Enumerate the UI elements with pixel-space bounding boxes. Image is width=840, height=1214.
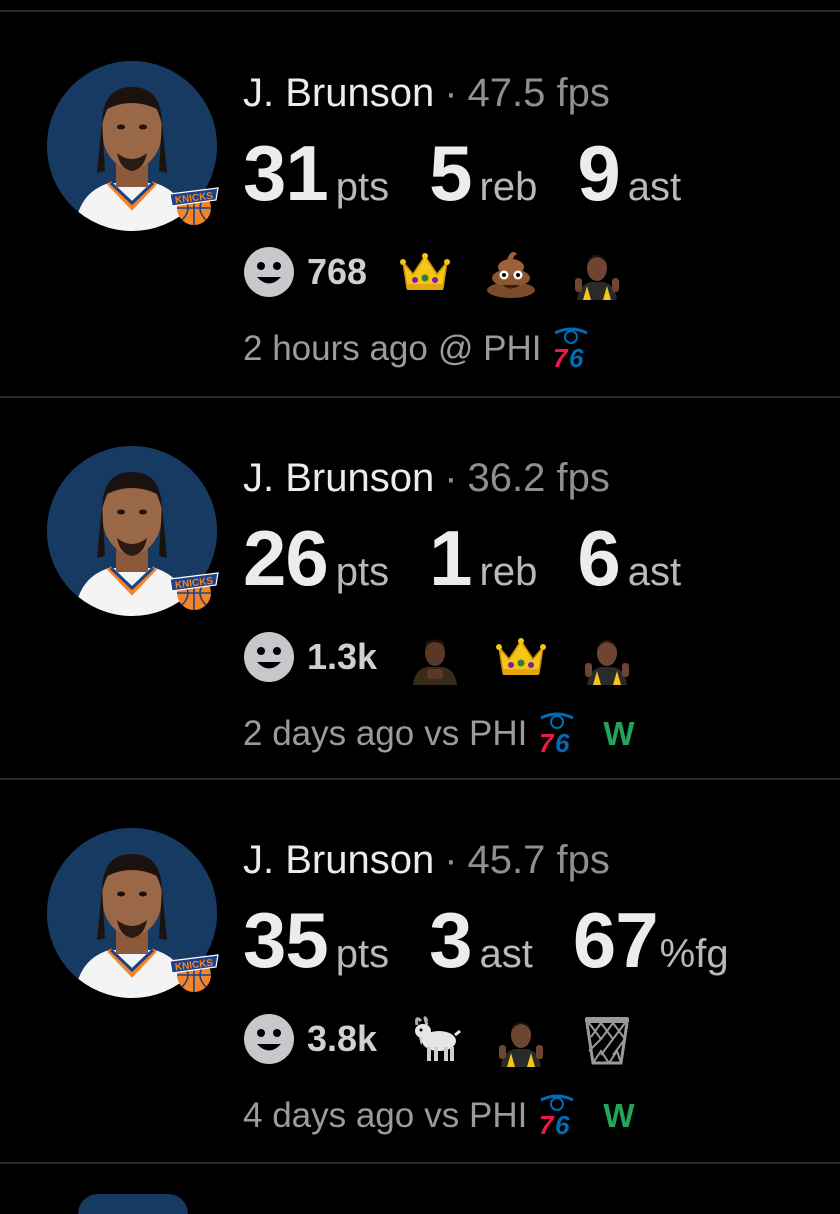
stat-unit: pts: [335, 165, 390, 209]
matchup: vs PHI: [424, 1096, 528, 1135]
player-photo-emoji-icon[interactable]: [579, 629, 635, 685]
matchup: vs PHI: [424, 714, 528, 753]
stat-unit: pts: [335, 550, 390, 594]
stat-value: 3: [429, 896, 472, 984]
game-result: W: [603, 1097, 635, 1134]
knicks-logo-icon: KNICKS: [166, 559, 222, 615]
reaction-count: 1.3k: [307, 636, 378, 677]
stat-points: 26 pts: [243, 515, 389, 601]
stat-value: 5: [429, 129, 472, 217]
stat-line: 35 pts 3 ast 67 %fg: [243, 897, 769, 987]
player-title-line: J. Brunson · 47.5 fps: [243, 70, 610, 116]
fantasy-points: 47.5 fps: [467, 71, 610, 115]
reaction-count: 768: [307, 251, 368, 292]
game-info-line: 4 days ago vs PHI 76 W: [243, 1091, 634, 1141]
reactions-bar: 3.8k: [243, 1009, 665, 1069]
player-title-line: J. Brunson · 45.7 fps: [243, 837, 610, 883]
svg-text:7: 7: [553, 343, 569, 371]
stat-assists: 6 ast: [577, 515, 681, 601]
game-info-line: 2 hours ago @ PHI 76: [243, 324, 617, 374]
game-feed: KNICKS J. Brunson · 47.5 fps 31 pts 5 reb 9a…: [0, 0, 840, 1214]
svg-text:6: 6: [569, 343, 584, 371]
player-photo-emoji-icon[interactable]: [407, 629, 463, 685]
poop-emoji-icon[interactable]: [483, 244, 539, 300]
feed-card[interactable]: KNICKS J. Brunson · 45.7 fps 35 pts 3 ast 67…: [0, 779, 840, 1159]
stat-line: 31 pts 5 reb 9 ast: [243, 130, 721, 220]
game-time: 4 days ago: [243, 1096, 415, 1135]
basketball-hoop-emoji-icon[interactable]: [579, 1011, 635, 1067]
stat-points: 35 pts: [243, 897, 389, 983]
player-title-line: J. Brunson · 36.2 fps: [243, 455, 610, 501]
stat-unit: ast: [627, 550, 682, 594]
player-name[interactable]: J. Brunson: [243, 456, 434, 500]
svg-text:7: 7: [539, 728, 555, 756]
stat-value: 26: [243, 514, 329, 602]
player-photo-emoji-icon[interactable]: [493, 1011, 549, 1067]
stat-assists: 3 ast: [429, 897, 533, 983]
smiley-reaction-icon[interactable]: [243, 631, 295, 683]
smiley-reaction-icon[interactable]: [243, 1013, 295, 1065]
stat-value: 35: [243, 896, 329, 984]
stat-value: 6: [577, 514, 620, 602]
stat-line: 26 pts 1 reb 6 ast: [243, 515, 721, 605]
reaction-count: 3.8k: [307, 1018, 378, 1059]
fantasy-points: 45.7 fps: [467, 838, 610, 882]
feed-card[interactable]: KNICKS J. Brunson · 47.5 fps 31 pts 5 reb 9a…: [0, 12, 840, 392]
stat-field-goal-pct: 67 %fg: [573, 897, 729, 983]
svg-text:6: 6: [555, 728, 570, 756]
feed-card[interactable]: KNICKS J. Brunson · 36.2 fps 26 pts 1 reb 6a…: [0, 397, 840, 777]
game-time: 2 days ago: [243, 714, 415, 753]
stat-unit: reb: [479, 165, 538, 209]
stat-value: 9: [577, 129, 620, 217]
reactions-bar: 1.3k: [243, 627, 665, 687]
matchup: @ PHI: [437, 329, 542, 368]
76ers-logo-icon: 76: [551, 327, 591, 371]
stat-value: 1: [429, 514, 472, 602]
76ers-logo-icon: 76: [537, 712, 577, 756]
game-time: 2 hours ago: [243, 329, 428, 368]
stat-unit: %fg: [659, 932, 729, 976]
player-name[interactable]: J. Brunson: [243, 71, 434, 115]
reactions-bar: 768: [243, 242, 655, 302]
crown-emoji-icon[interactable]: [493, 629, 549, 685]
fantasy-points: 36.2 fps: [467, 456, 610, 500]
svg-text:6: 6: [555, 1110, 570, 1138]
stat-unit: pts: [335, 932, 390, 976]
stat-unit: ast: [627, 165, 682, 209]
stat-unit: reb: [479, 550, 538, 594]
76ers-logo-icon: 76: [537, 1094, 577, 1138]
stat-rebounds: 1 reb: [429, 515, 537, 601]
stat-assists: 9 ast: [577, 130, 681, 216]
goat-emoji-icon[interactable]: [407, 1011, 463, 1067]
game-info-line: 2 days ago vs PHI 76 W: [243, 709, 634, 759]
player-photo-emoji-icon[interactable]: [569, 244, 625, 300]
game-result: W: [603, 715, 635, 752]
stat-points: 31 pts: [243, 130, 389, 216]
knicks-logo-icon: KNICKS: [166, 174, 222, 230]
separator: ·: [444, 838, 458, 882]
stat-rebounds: 5 reb: [429, 130, 537, 216]
crown-emoji-icon[interactable]: [397, 244, 453, 300]
player-name[interactable]: J. Brunson: [243, 838, 434, 882]
divider: [0, 1162, 840, 1164]
separator: ·: [444, 71, 458, 115]
stat-value: 31: [243, 129, 329, 217]
knicks-logo-icon: KNICKS: [166, 941, 222, 997]
stat-unit: ast: [479, 932, 533, 976]
smiley-reaction-icon[interactable]: [243, 246, 295, 298]
svg-text:7: 7: [539, 1110, 555, 1138]
player-avatar[interactable]: [78, 1194, 188, 1214]
separator: ·: [444, 456, 458, 500]
stat-value: 67: [572, 896, 659, 984]
